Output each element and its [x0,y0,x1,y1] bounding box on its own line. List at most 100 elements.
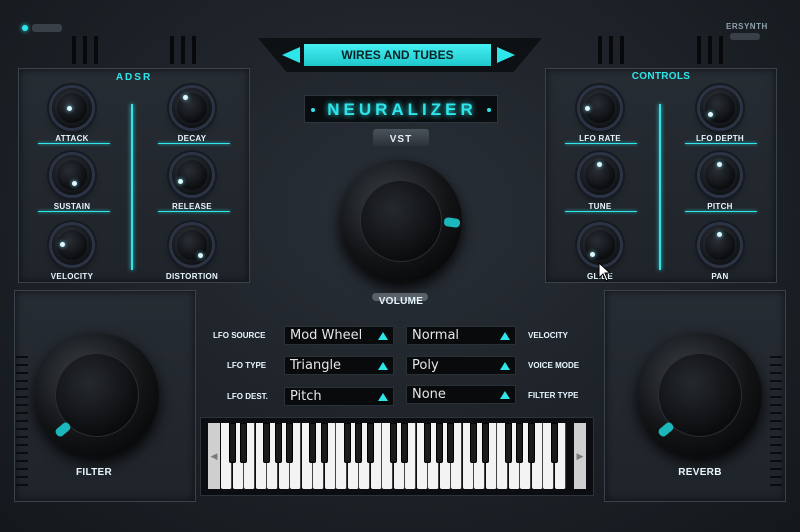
knob-indicator [590,252,595,257]
adsr-title: ADSR [115,72,153,83]
knob-indicator [72,181,77,186]
mouse-cursor-icon [598,262,612,282]
dropdown-arrow-icon [378,332,388,340]
piano-black-key[interactable] [343,423,351,463]
sustain-label: SUSTAIN [53,202,91,211]
pitch-label: PITCH [707,202,733,211]
piano-black-key[interactable] [286,423,293,463]
lfo-type-label: LFO TYPE [227,361,267,370]
piano-black-key[interactable] [504,423,512,463]
piano-black-key[interactable] [366,423,374,463]
knob-indicator [178,179,183,184]
lfo-depth-label: LFO DEPTH [695,134,745,143]
grill-line [16,476,28,478]
power-switch[interactable] [32,24,62,32]
keyboard-scroll-right[interactable]: ▶ [574,423,586,489]
piano-black-key[interactable] [401,423,408,463]
grill-line [770,484,782,486]
piano-black-key[interactable] [274,423,282,463]
grill-line [770,428,782,430]
tune-knob[interactable] [580,155,620,195]
grill-line [16,388,28,390]
volume-knob[interactable] [340,160,462,282]
piano-black-key[interactable] [447,423,454,463]
voice-mode-label: VOICE MODE [528,361,580,370]
decay-underline [158,143,230,144]
attack-knob[interactable] [52,88,92,128]
format-label: VST [389,134,413,145]
vent-slot [94,36,98,64]
pitch-underline [685,211,757,212]
pan-knob[interactable] [700,225,740,265]
release-label: RELEASE [172,202,212,211]
piano-black-key[interactable] [550,423,558,463]
filter-knob[interactable] [35,333,159,457]
grill-line [770,412,782,414]
product-title: NEURALIZER [327,100,477,119]
knob-indicator [198,253,203,258]
vent-slot [708,36,712,64]
reverb-knob[interactable] [638,333,762,457]
lfo-rate-knob[interactable] [580,88,620,128]
knob-indicator [717,232,722,237]
decay-knob[interactable] [172,88,212,128]
power-led[interactable] [22,25,28,31]
piano-black-key[interactable] [481,423,489,463]
sustain-underline [38,211,110,212]
dropdown-arrow-icon [378,393,388,401]
piano-black-key[interactable] [424,423,431,463]
velocity-select[interactable]: Normal [406,326,516,345]
lfo-dest-select[interactable]: Pitch [284,387,394,406]
chevron-right-icon: ▶ [576,451,584,461]
tune-label: TUNE [588,202,612,211]
piano-black-key[interactable] [263,423,270,463]
grill-line [16,412,28,414]
lfo-type-value: Triangle [290,358,342,373]
pitch-knob[interactable] [700,155,740,195]
piano-black-key[interactable] [516,423,523,463]
preset-next-arrow[interactable] [497,47,515,63]
grill-line [16,436,28,438]
grill-line [16,460,28,462]
release-knob[interactable] [172,155,212,195]
distortion-knob[interactable] [172,225,212,265]
voice-mode-select[interactable]: Poly [406,356,516,375]
adsr-divider [131,104,133,270]
pan-label: PAN [711,272,729,281]
piano-black-key[interactable] [355,423,362,463]
preset-name: WIRES AND TUBES [341,48,454,62]
grill-line [770,444,782,446]
lfo-depth-knob[interactable] [700,88,740,128]
vent-slot [192,36,196,64]
preset-name-display[interactable]: WIRES AND TUBES [304,44,491,66]
lfo-rate-label: LFO RATE [579,134,621,143]
glide-knob[interactable] [580,225,620,265]
lfo-type-select[interactable]: Triangle [284,356,394,375]
piano-black-key[interactable] [320,423,328,463]
grill-line [16,452,28,454]
dropdown-arrow-icon [500,362,510,370]
piano-black-key[interactable] [240,423,247,463]
lfo-source-select[interactable]: Mod Wheel [284,326,394,345]
vent-slot [598,36,602,64]
grill-line [770,356,782,358]
piano-black-key[interactable] [527,423,535,463]
velocity-knob[interactable] [52,225,92,265]
filter-type-select[interactable]: None [406,385,516,404]
vent-slot [170,36,174,64]
sustain-knob[interactable] [52,155,92,195]
piano-black-key[interactable] [309,423,316,463]
velocity-value: Normal [412,328,460,343]
velocity-label: VELOCITY [50,272,94,281]
vent-slot [181,36,185,64]
grill-line [770,372,782,374]
preset-prev-arrow[interactable] [282,47,300,63]
piano-black-key[interactable] [228,423,236,463]
release-underline [158,211,230,212]
filter-label: FILTER [75,467,113,478]
piano-black-key[interactable] [470,423,477,463]
piano-black-key[interactable] [389,423,397,463]
piano-black-key[interactable] [435,423,443,463]
synth-plugin-window: ERSYNTH WIRES AND TUBES NEURALIZER VST A… [0,0,800,532]
keyboard-scroll-left[interactable]: ◀ [208,423,220,489]
